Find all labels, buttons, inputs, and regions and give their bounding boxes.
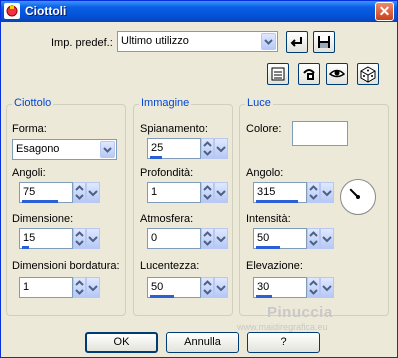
random-icon[interactable] (357, 63, 379, 85)
chevron-down-icon[interactable] (86, 182, 100, 203)
profondita-spin[interactable] (201, 182, 214, 203)
lucentezza-spin[interactable] (201, 277, 214, 298)
angolo-value: 315 (257, 186, 276, 198)
group-title-ciottolo: Ciottolo (12, 97, 54, 109)
forma-label: Forma: (12, 123, 47, 135)
spianamento-label: Spianamento: (140, 123, 208, 135)
ok-button[interactable]: OK (85, 332, 158, 353)
lucentezza-value: 50 (151, 281, 164, 293)
chevron-down-icon[interactable] (214, 182, 228, 203)
spianamento-spin[interactable] (201, 138, 214, 159)
atmosfera-label: Atmosfera: (140, 213, 194, 225)
angoli-level-bar (22, 200, 58, 203)
elevazione-spin[interactable] (307, 277, 320, 298)
angle-dial[interactable] (340, 179, 376, 215)
angoli-field[interactable]: 75 (19, 182, 100, 206)
group-title-luce: Luce (245, 97, 273, 109)
forma-dropdown[interactable]: Esagono (12, 139, 117, 160)
elevazione-label: Elevazione: (246, 260, 303, 272)
bordatura-label: Dimensioni bordatura: (12, 260, 120, 272)
atmosfera-field[interactable]: 0 (147, 228, 228, 252)
intensita-level-bar (256, 246, 280, 249)
chevron-down-icon[interactable] (320, 228, 334, 249)
angolo-field[interactable]: 315 (253, 182, 334, 206)
dimensione-field[interactable]: 15 (19, 228, 100, 252)
save-preset-icon[interactable] (313, 31, 335, 53)
group-title-immagine: Immagine (139, 97, 192, 109)
cancel-button[interactable]: Annulla (166, 332, 239, 353)
spianamento-field[interactable]: 25 (147, 138, 228, 162)
apply-preset-icon[interactable] (286, 31, 308, 53)
intensita-label: Intensità: (246, 213, 291, 225)
dialog-window: Ciottoli ✕ Imp. predef.: Ultimo utilizzo… (0, 0, 398, 358)
intensita-field[interactable]: 50 (253, 228, 334, 252)
angolo-spin[interactable] (307, 182, 320, 203)
chevron-down-icon[interactable] (214, 138, 228, 159)
lucentezza-field[interactable]: 50 (147, 277, 228, 301)
spianamento-value: 25 (151, 142, 164, 154)
preset-label: Imp. predef.: (51, 37, 113, 49)
angoli-spin[interactable] (73, 182, 86, 203)
elevazione-value: 30 (257, 281, 270, 293)
reset-icon[interactable] (267, 63, 289, 85)
atmosfera-spin[interactable] (201, 228, 214, 249)
angolo-level-bar (256, 200, 298, 203)
preset-value: Ultimo utilizzo (121, 35, 189, 47)
chevron-down-icon[interactable] (214, 277, 228, 298)
chevron-down-icon[interactable] (214, 228, 228, 249)
window-title: Ciottoli (25, 4, 67, 18)
chevron-down-icon[interactable] (86, 277, 100, 298)
dimensione-spin[interactable] (73, 228, 86, 249)
forma-value: Esagono (16, 143, 60, 155)
dimensione-value: 15 (23, 232, 36, 244)
chevron-down-icon[interactable] (261, 33, 276, 50)
title-bar[interactable]: Ciottoli ✕ (1, 1, 397, 22)
help-button[interactable]: ? (247, 332, 320, 353)
dimensione-label: Dimensione: (12, 213, 74, 225)
spianamento-level-bar (150, 156, 162, 159)
bordatura-field[interactable]: 1 (19, 277, 100, 301)
angolo-label: Angolo: (246, 167, 284, 179)
elevazione-level-bar (256, 295, 272, 298)
close-button[interactable]: ✕ (375, 2, 394, 21)
watermark-url: www.maidiregrafica.eu (237, 322, 328, 332)
bordatura-value: 1 (23, 281, 30, 293)
chevron-down-icon[interactable] (320, 277, 334, 298)
toggle-preview-icon[interactable] (326, 63, 348, 85)
profondita-value: 1 (151, 186, 158, 198)
atmosfera-value: 0 (151, 232, 158, 244)
watermark-name: Pinuccia (267, 304, 333, 321)
angoli-label: Angoli: (12, 167, 46, 179)
profondita-label: Profondità: (140, 167, 194, 179)
randomize-icon[interactable] (298, 63, 320, 85)
lucentezza-level-bar (150, 295, 174, 298)
angoli-value: 75 (23, 186, 36, 198)
chevron-down-icon[interactable] (100, 141, 115, 158)
intensita-value: 50 (257, 232, 270, 244)
preset-dropdown[interactable]: Ultimo utilizzo (117, 31, 278, 52)
colore-label: Colore: (246, 123, 282, 135)
app-icon (4, 3, 20, 19)
chevron-down-icon[interactable] (320, 182, 334, 203)
dimensione-level-bar (22, 246, 29, 249)
elevazione-field[interactable]: 30 (253, 277, 334, 301)
bordatura-spin[interactable] (73, 277, 86, 298)
intensita-spin[interactable] (307, 228, 320, 249)
profondita-field[interactable]: 1 (147, 182, 228, 206)
chevron-down-icon[interactable] (86, 228, 100, 249)
colore-swatch[interactable] (292, 121, 348, 146)
dial-needle-icon (349, 188, 360, 199)
lucentezza-label: Lucentezza: (140, 260, 200, 272)
